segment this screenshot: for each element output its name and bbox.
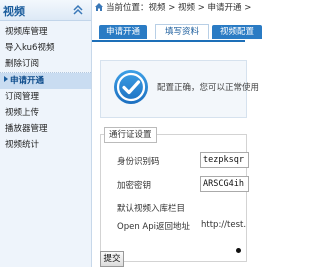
sidebar-title: 视频 [3, 5, 25, 18]
default-column-label: 默认视频入库栏目 [117, 204, 186, 214]
open-api-url[interactable]: http://test. [201, 220, 246, 230]
sidebar-item-video-upload[interactable]: 视频上传 [0, 105, 91, 121]
encryption-key-label: 加密密钥 [117, 181, 152, 191]
tab-bar: 申请开通 填写资料 视频配置 [92, 24, 262, 42]
id-code-input[interactable]: tezpksqr [200, 152, 249, 168]
sidebar-item-video-library[interactable]: 视频库管理 [0, 24, 91, 40]
sidebar-item-delete-subscription[interactable]: 删除订阅 [0, 56, 91, 72]
home-icon[interactable] [94, 2, 104, 12]
sidebar-item-subscription-manage[interactable]: 订阅管理 [0, 89, 91, 105]
notice-text: 配置正确，您可以正常使用 [157, 83, 260, 93]
sidebar-menu: 视频库管理 导入ku6视频 删除订阅 申请开通 订阅管理 视频上传 播放器管理 … [0, 24, 91, 154]
passport-settings-legend: 通行证设置 [104, 127, 157, 143]
id-code-label: 身份识别码 [117, 157, 160, 167]
sidebar: 视频 视频库管理 导入ku6视频 删除订阅 申请开通 订阅管理 视频上传 播放器… [0, 0, 92, 267]
sidebar-header: 视频 [0, 0, 91, 21]
double-chevron-up-icon[interactable] [71, 3, 85, 17]
tab-fill-info[interactable]: 填写资料 [155, 24, 209, 39]
encryption-key-input[interactable]: ARSCG4ih [200, 176, 249, 192]
sidebar-item-apply[interactable]: 申请开通 [0, 72, 91, 89]
submit-button[interactable]: 提交 [100, 251, 124, 267]
success-notice: 配置正确，您可以正常使用 [100, 60, 259, 118]
sidebar-item-video-stats[interactable]: 视频统计 [0, 137, 91, 153]
sidebar-item-import-ku6[interactable]: 导入ku6视频 [0, 40, 91, 56]
check-circle-icon [114, 70, 148, 104]
sidebar-item-player-manage[interactable]: 播放器管理 [0, 121, 91, 137]
open-api-label: Open Api返回地址 [117, 222, 190, 232]
tab-video-config[interactable]: 视频配置 [212, 25, 262, 39]
breadcrumb: 当前位置：视频 > 视频 > 申请开通 > [92, 0, 251, 14]
bullet-dot [236, 248, 241, 253]
tab-apply[interactable]: 申请开通 [99, 25, 147, 39]
sidebar-divider [0, 72, 91, 73]
breadcrumb-text: 当前位置：视频 > 视频 > 申请开通 > [106, 3, 252, 13]
